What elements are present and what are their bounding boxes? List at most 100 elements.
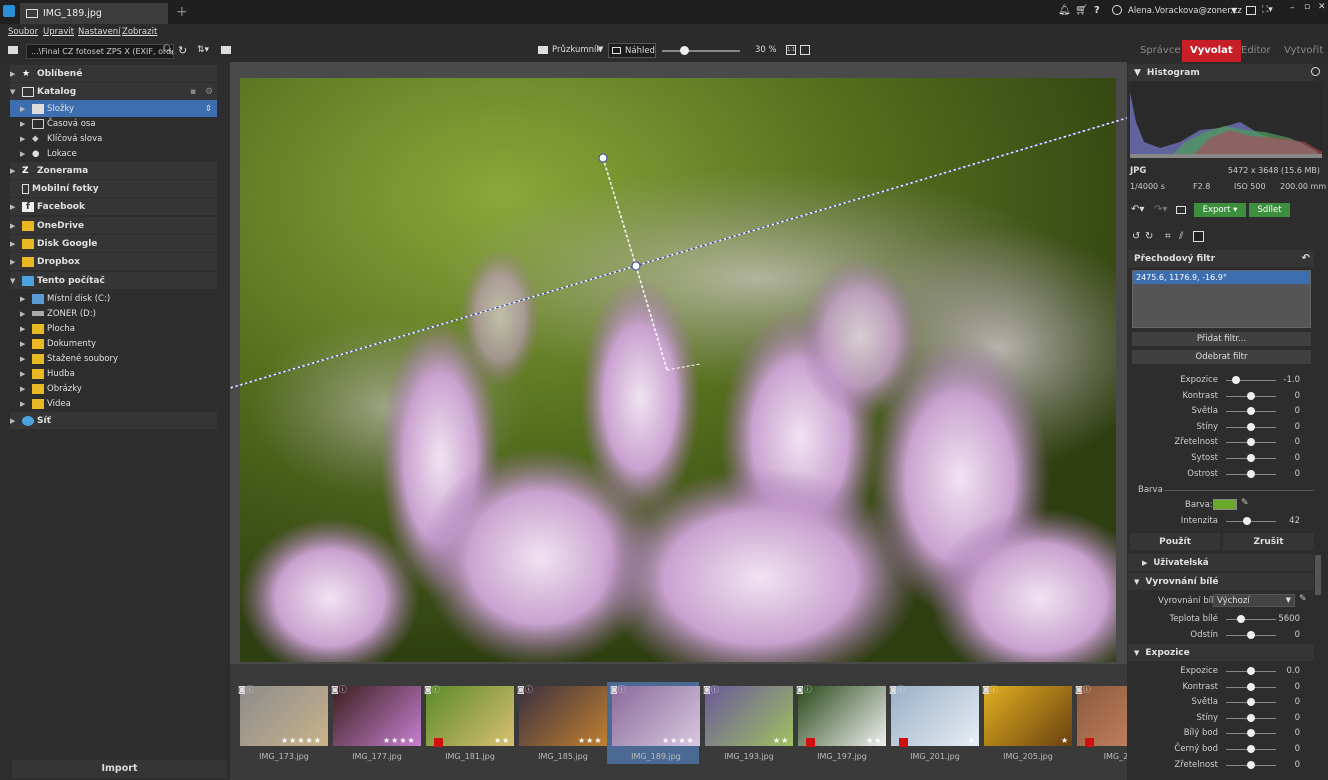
gradient-filter-header[interactable]: Přechodový filtr ↶ [1128, 250, 1314, 267]
search-icon[interactable]: 🔍︎ [162, 45, 175, 56]
maximize-icon[interactable]: ▫ [1304, 2, 1310, 12]
histogram-settings-icon[interactable] [1311, 67, 1320, 76]
thumbnail[interactable] [984, 686, 1072, 746]
slider-knob[interactable] [1247, 630, 1255, 639]
thumbnail-rating[interactable]: ★★★★ [383, 736, 416, 745]
slider-knob[interactable] [1247, 745, 1255, 753]
cancel-button[interactable]: Zrušit [1223, 533, 1314, 550]
thumbnail-rating[interactable]: ★★★ [578, 736, 603, 745]
thumbnail-info-icon[interactable]: ◙ⓘ [517, 684, 533, 695]
menu-nastaveni[interactable]: Nastavení [78, 27, 121, 37]
import-button[interactable]: Import [12, 760, 227, 778]
gear-icon[interactable]: ⚙ [205, 87, 213, 97]
slider-knob[interactable] [1247, 407, 1255, 416]
mode-vytvorit[interactable]: Vytvořit [1284, 40, 1323, 62]
mode-spravce[interactable]: Správce [1140, 40, 1181, 62]
nav-dropbox[interactable]: ▶ Dropbox [10, 253, 217, 270]
thumbnail-info-icon[interactable]: ◙ⓘ [238, 684, 254, 695]
color-label-red[interactable] [899, 738, 908, 747]
menu-upravit[interactable]: Upravit [43, 27, 74, 37]
add-folder-icon[interactable]: ▪ [190, 87, 196, 97]
color-swatch[interactable] [1213, 499, 1237, 510]
slider-knob[interactable] [1247, 438, 1255, 447]
preview-toggle[interactable]: Náhled [608, 43, 656, 58]
nav-favorites[interactable]: ▶ ★ Oblíbené [10, 65, 217, 82]
chevron-down-icon[interactable]: ▼ [1231, 6, 1237, 15]
slider-knob[interactable] [1247, 422, 1255, 431]
user-section-header[interactable]: ▶ Uživatelská [1128, 554, 1314, 571]
thumbnail-rating[interactable]: ★★ [494, 736, 510, 745]
panel-scrollbar[interactable] [1315, 555, 1321, 595]
close-icon[interactable]: ✕ [1318, 2, 1326, 12]
intensity-track[interactable] [1226, 521, 1276, 522]
folder-up-icon[interactable] [221, 46, 231, 54]
wb-select[interactable]: Výchozí ▼ [1213, 594, 1295, 607]
thumbnail-info-icon[interactable]: ◙ⓘ [796, 684, 812, 695]
one-to-one-icon[interactable]: 1:1 [786, 45, 796, 55]
apply-button[interactable]: Použít [1130, 533, 1220, 550]
zoom-slider[interactable] [662, 50, 740, 52]
add-filter-button[interactable]: Přidat filtr... [1132, 332, 1311, 346]
nav-facebook[interactable]: ▶ f Facebook [10, 198, 217, 215]
slider-knob[interactable] [1247, 698, 1255, 707]
crop-icon[interactable]: ⌗ [1165, 231, 1171, 242]
slider-knob[interactable] [1247, 760, 1255, 769]
nav-zonerama[interactable]: ▶ Z Zonerama [10, 162, 217, 179]
nav-network[interactable]: ▶ Síť [10, 412, 217, 429]
screen-icon[interactable] [1246, 6, 1256, 15]
fullscreen-icon[interactable]: ⛶▾ [1262, 5, 1273, 15]
eyedropper-icon[interactable]: ✎ [1241, 498, 1249, 508]
minimize-icon[interactable]: – [1290, 3, 1295, 13]
slider-knob[interactable] [1247, 454, 1255, 462]
thumbnail-info-icon[interactable]: ◙ⓘ [610, 684, 626, 695]
browser-dropdown[interactable]: Průzkumník [552, 45, 601, 55]
slider-track[interactable] [1226, 619, 1276, 620]
wb-section-header[interactable]: ▼ Vyrovnání bílé [1128, 573, 1314, 590]
wb-eyedropper-icon[interactable]: ✎ [1299, 594, 1307, 604]
thumbnail-rating[interactable]: ★ [1061, 736, 1069, 745]
menu-zobrazit[interactable]: Zobrazit [122, 27, 157, 37]
reset-icon[interactable]: ↶ [1302, 253, 1310, 264]
nav-videos[interactable]: ▶ Videa [10, 395, 217, 412]
exposure-section-header[interactable]: ▼ Expozice [1128, 644, 1314, 661]
compare-icon[interactable] [1176, 206, 1186, 214]
straighten-icon[interactable]: ⫽ [1179, 231, 1183, 242]
slider-knob[interactable] [1247, 391, 1255, 400]
sort-icon[interactable]: ⇅▾ [197, 45, 209, 55]
color-label-red[interactable] [1085, 738, 1094, 747]
slider-knob[interactable] [1247, 713, 1255, 722]
color-label-red[interactable] [434, 738, 443, 747]
thumbnail-info-icon[interactable]: ◙ⓘ [889, 684, 905, 695]
slider-knob[interactable] [1247, 667, 1255, 675]
thumbnail-info-icon[interactable]: ◙ⓘ [424, 684, 440, 695]
thumbnail[interactable] [891, 686, 979, 746]
nav-catalog[interactable]: ▼ Katalog ▪ ⚙ [10, 83, 217, 100]
thumbnail-rating[interactable]: ★ [968, 736, 976, 745]
path-input[interactable]: ...\Final CZ fotoset ZPS X (EXIF, order [26, 44, 174, 59]
slider-knob[interactable] [1237, 615, 1245, 623]
thumbnail-info-icon[interactable]: ◙ⓘ [703, 684, 719, 695]
thumbnail-rating[interactable]: ★★ [773, 736, 789, 745]
fit-icon[interactable] [800, 45, 810, 55]
thumbnail-rating[interactable]: ★★★★★ [281, 736, 322, 745]
user-email[interactable]: Alena.Vorackova@zoner.cz [1128, 6, 1242, 16]
slider-knob[interactable] [1247, 682, 1255, 691]
intensity-knob[interactable] [1243, 517, 1251, 525]
redo-icon[interactable]: ↷▾ [1154, 204, 1167, 215]
thumbnail-info-icon[interactable]: ◙ⓘ [982, 684, 998, 695]
user-icon[interactable] [1112, 5, 1122, 15]
slider-knob[interactable] [1247, 469, 1255, 478]
rotate-left-icon[interactable]: ↺ [1132, 231, 1140, 242]
new-tab-icon[interactable]: + [176, 4, 188, 20]
filter-list-item[interactable]: 2475.6, 1176.9, -16.9° [1133, 271, 1310, 284]
slider-knob[interactable] [1232, 376, 1240, 384]
mode-editor[interactable]: Editor [1241, 40, 1271, 62]
histogram-header[interactable]: ▼ Histogram [1128, 64, 1320, 81]
export-button[interactable]: Export ▾ [1194, 203, 1246, 217]
rotate-right-icon[interactable]: ↻ [1145, 231, 1153, 242]
zoom-slider-knob[interactable] [680, 46, 689, 55]
nav-onedrive[interactable]: ▶ OneDrive [10, 217, 217, 234]
thumbnail-rating[interactable]: ★★ [866, 736, 882, 745]
thumbnail-info-icon[interactable]: ◙ⓘ [1075, 684, 1091, 695]
thumbnail-rating[interactable]: ★★★★ [662, 736, 695, 745]
